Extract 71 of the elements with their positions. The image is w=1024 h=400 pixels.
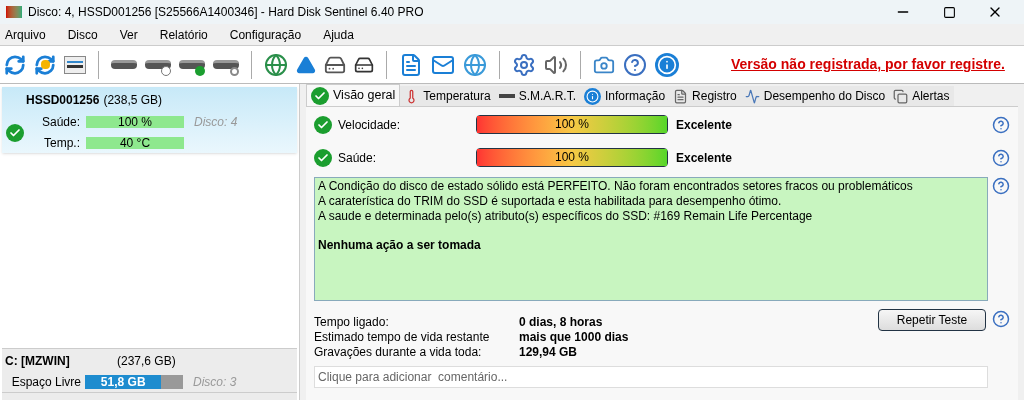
menu-item[interactable]: Relatório: [159, 25, 208, 44]
info-icon: [584, 87, 602, 105]
gauge-label: Saúde:: [338, 149, 378, 167]
comment-field[interactable]: Clique para adicionar comentário...: [314, 366, 988, 388]
tab[interactable]: Informação: [580, 86, 670, 106]
menu-item[interactable]: Ajuda: [323, 25, 354, 44]
globe-icon[interactable]: [264, 52, 288, 77]
free-space-label: Espaço Livre: [10, 374, 82, 391]
window-title: Disco: 4, HSSD001256 [S25566A1400346] - Hard Disk Sentinel 6.40 PRO: [28, 4, 424, 21]
metric-value: 100 %: [117, 116, 153, 128]
disk-card[interactable]: HSSD001256 (238,5 GB) Saúde: 100 % Disco: 4 Temp.: 40 °C: [2, 87, 297, 153]
stat-label: Gravações durante a vida toda:: [314, 345, 483, 360]
metric-value: 40 °C: [118, 137, 152, 149]
disk-size: (238,5 GB): [103, 92, 163, 109]
partition-card[interactable]: C: [MZWIN] (237,6 GB) Espaço Livre 51,8 GB Disco: 3: [2, 348, 297, 392]
help-icon[interactable]: [623, 52, 647, 77]
copy-icon: [893, 88, 909, 104]
tab[interactable]: S.M.A.R.T.: [494, 86, 581, 106]
notepad-icon[interactable]: [399, 52, 423, 77]
ok-icon: [314, 115, 332, 134]
status-line: A saude e determinada pelo(s) atributo(s) específicos do SSD: #169 Remain Life Percentage: [318, 209, 814, 224]
metric-label: Temp.:: [43, 135, 81, 152]
stat-label: Estimado tempo de vida restante: [314, 330, 491, 345]
maximize-icon[interactable]: [942, 5, 956, 19]
document-icon: [673, 88, 689, 104]
gauge-label: Velocidade:: [338, 116, 402, 134]
partition-size: (237,6 GB): [117, 353, 176, 370]
gauge-value: 100 %: [554, 116, 590, 133]
disk-number: Disco: 4: [194, 114, 238, 131]
globe-icon[interactable]: [463, 52, 487, 77]
status-line: A Condição do disco de estado sólido está PERFEITO. Não foram encontrados setores fracos ou problemáticos: [318, 179, 914, 194]
stat-value: mais que 1000 dias: [519, 330, 629, 345]
stat-value: 129,94 GB: [519, 345, 578, 360]
menu-item[interactable]: Arquivo: [5, 25, 46, 44]
refresh-warning-icon[interactable]: [34, 53, 56, 76]
tab[interactable]: Desempenho do Disco: [740, 86, 890, 106]
tab[interactable]: Temperatura: [400, 86, 495, 106]
stat-label: Tempo ligado:: [314, 315, 390, 330]
gauge-value: 100 %: [554, 149, 590, 166]
gauge-rating: Excelente: [676, 149, 733, 167]
window-icon[interactable]: [64, 55, 86, 74]
status-line: A caraterística do TRIM do SSD é suportada e esta habilitada para desempenho ótimo.: [318, 194, 783, 209]
ok-icon: [314, 148, 332, 167]
help-icon[interactable]: [992, 177, 1010, 195]
help-icon[interactable]: [992, 115, 1010, 134]
refresh-icon[interactable]: [4, 53, 26, 76]
ok-icon: [6, 123, 24, 142]
free-space-value: 51,8 GB: [99, 375, 147, 389]
tab[interactable]: Registro: [669, 86, 741, 106]
metric-label: Saúde:: [40, 114, 81, 131]
menu-item[interactable]: Configuração: [229, 25, 302, 44]
info-icon[interactable]: [655, 52, 679, 77]
stat-value: 0 dias, 8 horas: [519, 315, 603, 330]
partition-name: C: [MZWIN]: [5, 353, 71, 370]
menu-item[interactable]: Disco: [67, 25, 98, 44]
chart-icon: [744, 88, 760, 104]
settings-icon[interactable]: [512, 52, 536, 77]
tab[interactable]: Visão geral: [306, 84, 401, 106]
check-icon: [311, 86, 329, 105]
gauge-rating: Excelente: [676, 116, 733, 134]
retest-button[interactable]: Repetir Teste: [878, 309, 986, 331]
status-action: Nenhuma ação a ser tomada: [318, 238, 482, 253]
help-icon[interactable]: [992, 310, 1010, 328]
app-icon: [6, 6, 22, 18]
drive-icon: [498, 94, 515, 98]
tab[interactable]: Alertas: [889, 86, 954, 106]
disk-number: Disco: 3: [193, 374, 237, 391]
register-link[interactable]: Versão não registrada, por favor registre.: [731, 54, 1005, 75]
disk-name: HSSD001256: [26, 92, 100, 109]
menu-item[interactable]: Ver: [119, 25, 138, 44]
help-icon[interactable]: [992, 148, 1010, 167]
